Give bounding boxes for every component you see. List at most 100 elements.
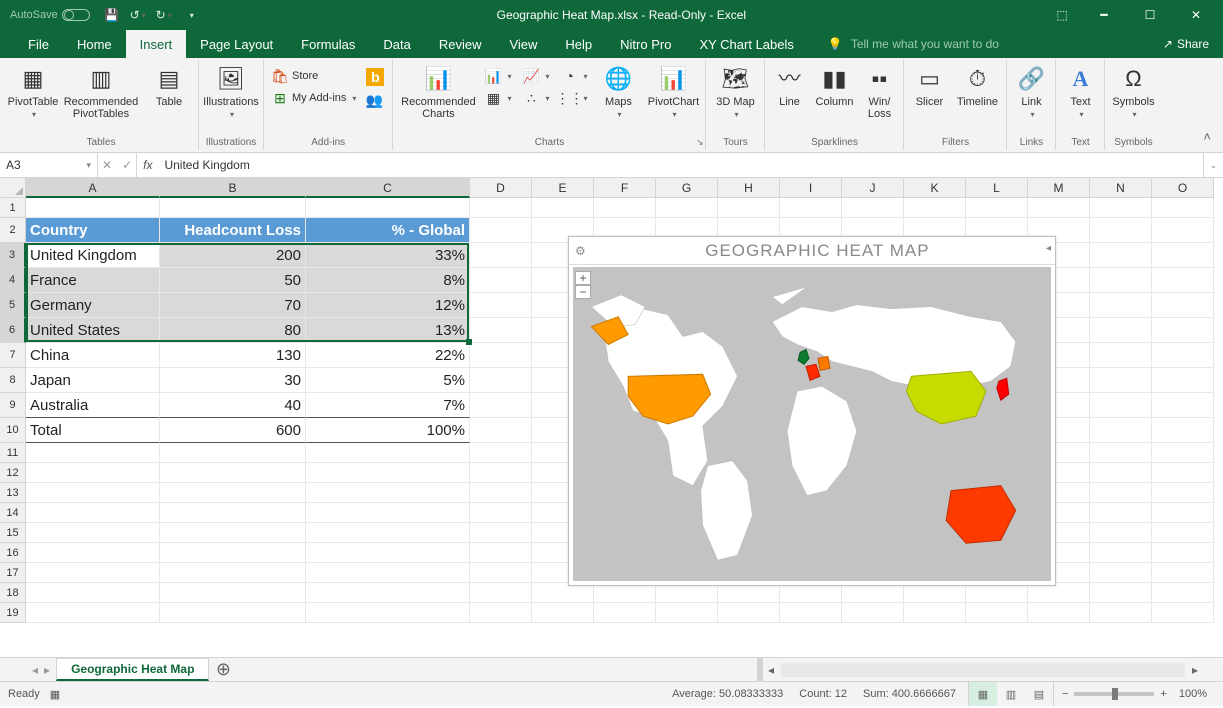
row-header[interactable]: 19: [0, 603, 26, 623]
cell[interactable]: [1090, 268, 1152, 293]
macro-record-icon[interactable]: ▦: [50, 688, 60, 701]
cell[interactable]: [470, 318, 532, 343]
insert-function-button[interactable]: fx: [137, 153, 158, 177]
statistic-chart-button[interactable]: ∴▾: [519, 88, 553, 108]
hscroll-right-button[interactable]: ▸: [1187, 663, 1203, 677]
cell[interactable]: [160, 443, 306, 463]
tab-review[interactable]: Review: [425, 30, 496, 58]
row-header[interactable]: 10: [0, 418, 26, 443]
cell[interactable]: [532, 583, 594, 603]
cell[interactable]: 70: [160, 293, 306, 318]
ribbon-display-options-icon[interactable]: ⬚: [1043, 0, 1081, 30]
cell[interactable]: [594, 583, 656, 603]
column-header[interactable]: C: [306, 178, 470, 198]
column-header[interactable]: I: [780, 178, 842, 198]
cell[interactable]: [842, 603, 904, 623]
cell[interactable]: [470, 243, 532, 268]
cell[interactable]: [1090, 603, 1152, 623]
expand-formula-bar-button[interactable]: ⌄: [1203, 153, 1223, 177]
column-header[interactable]: J: [842, 178, 904, 198]
bing-maps-button[interactable]: b: [362, 66, 388, 88]
cell[interactable]: 50: [160, 268, 306, 293]
cell[interactable]: [532, 198, 594, 218]
tab-file[interactable]: File: [14, 30, 63, 58]
tab-nitro-pro[interactable]: Nitro Pro: [606, 30, 685, 58]
cell[interactable]: [1090, 418, 1152, 443]
hierarchy-chart-button[interactable]: ▦▾: [481, 88, 515, 108]
cell[interactable]: [594, 603, 656, 623]
timeline-button[interactable]: ⏱Timeline: [952, 62, 1002, 108]
cell[interactable]: [26, 543, 160, 563]
undo-icon[interactable]: ↺▾: [130, 7, 146, 23]
chart-map-area[interactable]: [573, 267, 1051, 581]
tab-insert[interactable]: Insert: [126, 30, 187, 58]
cell[interactable]: [780, 583, 842, 603]
cell[interactable]: [306, 503, 470, 523]
cancel-formula-icon[interactable]: ✕: [102, 158, 112, 172]
column-chart-button[interactable]: 📊▾: [481, 66, 515, 86]
pivottable-button[interactable]: ▦PivotTable▾: [8, 62, 58, 120]
cell[interactable]: [26, 198, 160, 218]
sheet-nav-next-icon[interactable]: ▸: [44, 663, 50, 677]
column-header[interactable]: L: [966, 178, 1028, 198]
recommended-pivottables-button[interactable]: ▥Recommended PivotTables: [60, 62, 142, 120]
cell[interactable]: [1152, 418, 1214, 443]
map-zoom-in-button[interactable]: +: [575, 271, 591, 285]
cell[interactable]: [718, 583, 780, 603]
row-header[interactable]: 7: [0, 343, 26, 368]
cell[interactable]: [470, 343, 532, 368]
enter-formula-icon[interactable]: ✓: [122, 158, 132, 172]
tab-xy-chart-labels[interactable]: XY Chart Labels: [685, 30, 807, 58]
cell[interactable]: [1090, 523, 1152, 543]
cell[interactable]: [842, 583, 904, 603]
tab-view[interactable]: View: [495, 30, 551, 58]
row-header[interactable]: 12: [0, 463, 26, 483]
cell[interactable]: [306, 603, 470, 623]
cell[interactable]: [26, 523, 160, 543]
cell[interactable]: [904, 603, 966, 623]
cell[interactable]: [1152, 603, 1214, 623]
cell[interactable]: [1090, 563, 1152, 583]
cell[interactable]: [1090, 503, 1152, 523]
cell[interactable]: [1090, 218, 1152, 243]
cell[interactable]: [1152, 463, 1214, 483]
cell[interactable]: China: [26, 343, 160, 368]
cell[interactable]: Australia: [26, 393, 160, 418]
embedded-chart[interactable]: ⚙ GEOGRAPHIC HEAT MAP ◂: [568, 236, 1056, 586]
cell[interactable]: [966, 603, 1028, 623]
cell[interactable]: [470, 463, 532, 483]
close-button[interactable]: ✕: [1173, 0, 1219, 30]
cell[interactable]: [160, 563, 306, 583]
cell[interactable]: [1090, 543, 1152, 563]
cell[interactable]: [1028, 583, 1090, 603]
autosave-toggle[interactable]: AutoSave: [10, 9, 90, 21]
scatter-chart-button[interactable]: ⋮⋮▾: [557, 88, 591, 108]
cell[interactable]: [656, 583, 718, 603]
column-header[interactable]: F: [594, 178, 656, 198]
cell[interactable]: 12%: [306, 293, 470, 318]
slicer-button[interactable]: ▭Slicer: [908, 62, 950, 108]
link-button[interactable]: 🔗Link▾: [1011, 62, 1051, 120]
cell[interactable]: [470, 483, 532, 503]
cell[interactable]: [904, 583, 966, 603]
cell[interactable]: [966, 583, 1028, 603]
cell[interactable]: [780, 603, 842, 623]
illustrations-button[interactable]: 🖼Illustrations▾: [203, 62, 259, 120]
column-header[interactable]: H: [718, 178, 780, 198]
cell[interactable]: [470, 583, 532, 603]
row-header[interactable]: 15: [0, 523, 26, 543]
cell[interactable]: [1090, 393, 1152, 418]
cell[interactable]: [470, 443, 532, 463]
cell[interactable]: [1090, 443, 1152, 463]
zoom-slider[interactable]: [1074, 692, 1154, 696]
cell[interactable]: [470, 603, 532, 623]
name-box[interactable]: A3▾: [0, 153, 98, 177]
row-header[interactable]: 5: [0, 293, 26, 318]
column-header[interactable]: M: [1028, 178, 1090, 198]
cell[interactable]: [306, 543, 470, 563]
cell[interactable]: [594, 198, 656, 218]
sparkline-column-button[interactable]: ▮▮Column: [811, 62, 857, 108]
cell[interactable]: [306, 198, 470, 218]
pivotchart-button[interactable]: 📊PivotChart▾: [645, 62, 701, 120]
cell[interactable]: [160, 198, 306, 218]
